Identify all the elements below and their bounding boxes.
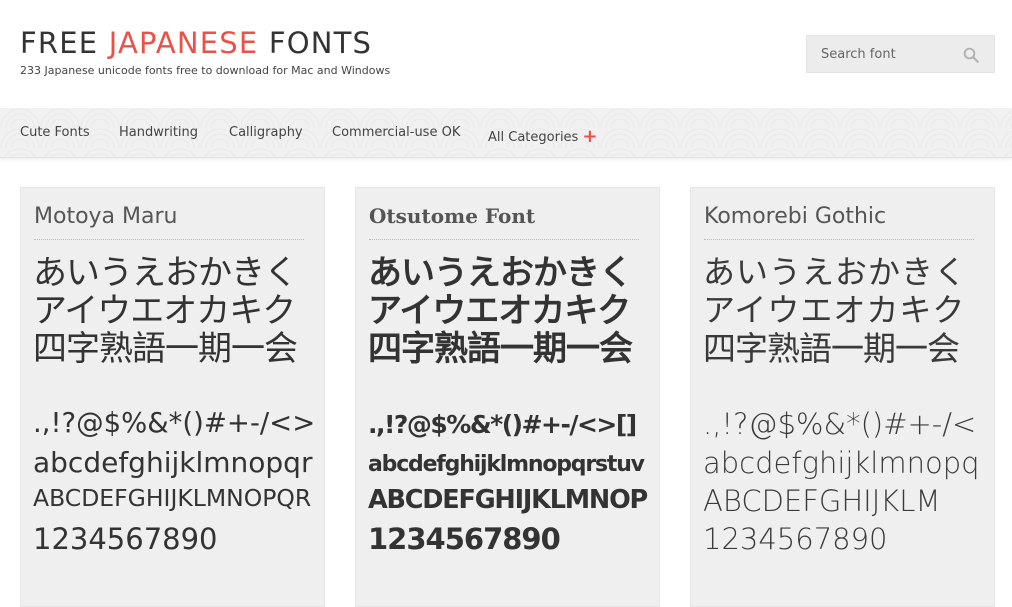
sample-digits: 1234567890	[703, 522, 888, 556]
nav-item-all-categories[interactable]: All Categories +	[488, 125, 598, 147]
sample-kanji: 四字熟語一期一会	[368, 329, 633, 369]
sample-katakana: アイウエオカキク	[33, 291, 296, 331]
font-card-motoya-maru[interactable]: Motoya Maru あいうえおかきく アイウエオカキク 四字熟語一期一会 .…	[20, 187, 325, 607]
search-input[interactable]	[807, 36, 957, 72]
site-title[interactable]: FREE JAPANESE FONTS	[20, 26, 372, 60]
font-card-komorebi-gothic[interactable]: Komorebi Gothic あいうえおかきく アイウエオカキク 四字熟語一期…	[690, 187, 995, 607]
sample-kanji: 四字熟語一期一会	[33, 329, 298, 369]
sample-uppercase: ABCDEFGHIJKLMNOPQR	[33, 484, 312, 512]
font-card-title[interactable]: Komorebi Gothic	[704, 204, 886, 229]
nav-item-commercial-use[interactable]: Commercial-use OK	[332, 125, 460, 140]
sample-katakana: アイウエオカキク	[368, 291, 631, 331]
sample-lowercase: abcdefghijklmnopqrstuv	[368, 452, 645, 477]
sample-hiragana: あいうえおかきく	[368, 253, 633, 293]
site-title-accent: JAPANESE	[108, 26, 259, 60]
site-title-part2: FONTS	[258, 26, 373, 60]
sample-symbols: .,!?@$%&*()#+-/<	[703, 407, 977, 441]
card-divider	[34, 239, 304, 240]
sample-hiragana: あいうえおかきく	[703, 253, 968, 291]
sample-digits: 1234567890	[33, 522, 218, 556]
sample-hiragana: あいうえおかきく	[33, 253, 298, 293]
font-card-title[interactable]: Motoya Maru	[34, 204, 177, 229]
sample-symbols: .,!?@$%&*()#+-/<>	[33, 407, 316, 439]
sample-lowercase: abcdefghijklmnopqr	[33, 446, 313, 479]
site-title-part1: FREE	[20, 26, 109, 60]
search-icon[interactable]	[962, 46, 980, 64]
nav-item-cute-fonts[interactable]: Cute Fonts	[20, 125, 90, 140]
sample-symbols: .,!?@$%&*()#+-/<>[]	[368, 410, 637, 439]
font-card-otsutome[interactable]: Otsutome Font あいうえおかきく アイウエオカキク 四字熟語一期一会…	[355, 187, 660, 607]
sample-lowercase: abcdefghijklmnopq	[703, 446, 980, 480]
card-divider	[369, 239, 639, 240]
category-nav: Cute Fonts Handwriting Calligraphy Comme…	[0, 108, 1012, 158]
sample-uppercase: ABCDEFGHIJKLMNOP	[368, 485, 648, 515]
nav-item-all-categories-label: All Categories	[488, 130, 579, 145]
sample-kanji: 四字熟語一期一会	[703, 329, 960, 368]
site-tagline: 233 Japanese unicode fonts free to downl…	[20, 64, 391, 77]
sample-katakana: アイウエオカキク	[703, 291, 966, 329]
nav-item-calligraphy[interactable]: Calligraphy	[229, 125, 303, 140]
font-card-title[interactable]: Otsutome Font	[369, 204, 535, 228]
card-divider	[704, 239, 974, 240]
sample-uppercase: ABCDEFGHIJKLM	[703, 484, 941, 518]
sample-digits: 1234567890	[368, 522, 561, 556]
nav-item-handwriting[interactable]: Handwriting	[119, 125, 198, 140]
plus-icon: +	[582, 126, 598, 147]
search-box	[806, 35, 995, 73]
